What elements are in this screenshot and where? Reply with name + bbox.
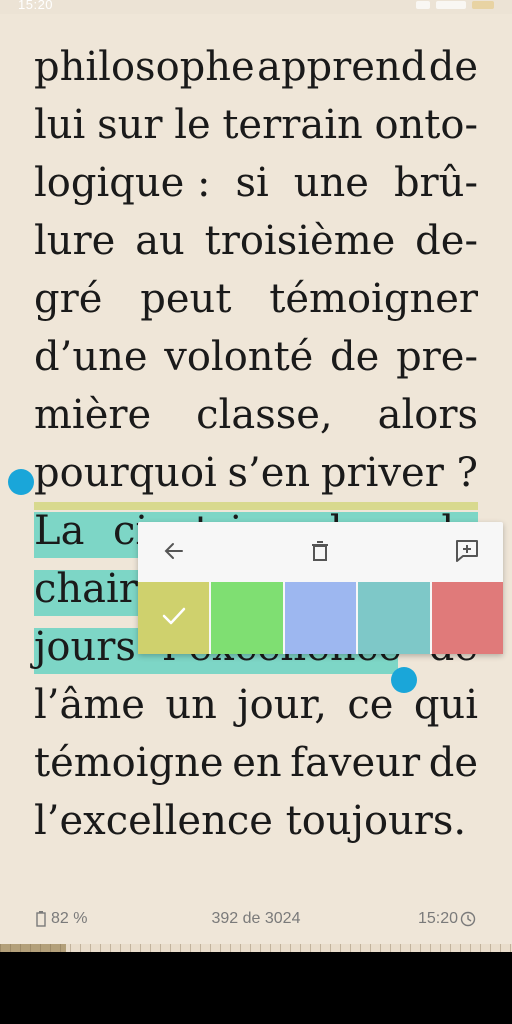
color-swatch[interactable] [138, 582, 210, 654]
word: La [34, 508, 85, 554]
word: apprend [257, 44, 427, 90]
word: s’en [227, 450, 311, 496]
word: onto- [374, 102, 478, 148]
reader-page[interactable]: philosophe apprend de lui sur le terrain onto-l… [34, 38, 502, 850]
word: d’une [34, 334, 148, 380]
word: au [135, 218, 185, 264]
word: témoigner [269, 276, 478, 322]
text-line: témoigne en faveur de [34, 734, 478, 792]
word: sur [97, 102, 163, 148]
footer-time: 15:20 [418, 910, 476, 928]
color-swatch[interactable] [211, 582, 283, 654]
checkmark-icon [161, 606, 187, 630]
word: priver ? [320, 450, 478, 496]
word: ce [347, 682, 394, 728]
alarm-icon [416, 1, 430, 9]
highlight-color-swatches [138, 582, 504, 654]
word: lui [34, 102, 86, 148]
word: gré [34, 276, 103, 322]
progress-ticks [0, 944, 512, 952]
word: l’âme [34, 682, 145, 728]
word: l’excellence toujours. [34, 798, 467, 844]
word: témoigne [34, 740, 224, 786]
system-navigation-area [0, 952, 512, 1024]
word: de [330, 334, 380, 380]
selection-end-handle[interactable] [391, 667, 417, 693]
battery-icon [472, 1, 494, 9]
text-line: l’excellence toujours. [34, 792, 478, 850]
word: brû- [393, 160, 478, 206]
color-swatch[interactable] [431, 582, 504, 654]
word: volonté [164, 334, 314, 380]
text-line: d’une volonté de pre- [34, 328, 478, 386]
word: de- [415, 218, 478, 264]
word: pourquoi [34, 450, 217, 496]
clock-icon [460, 911, 476, 927]
signal-icon [436, 1, 466, 9]
reading-progress-bar[interactable] [0, 944, 512, 952]
status-bar: 15:20 [0, 0, 512, 14]
word: lure [34, 218, 116, 264]
word: peut [140, 276, 232, 322]
word: troisième [204, 218, 396, 264]
footer-time-text: 15:20 [417, 910, 458, 927]
word: une [293, 160, 369, 206]
text-line: gré peut témoigner [34, 270, 478, 328]
status-time: 15:20 [18, 0, 54, 12]
highlight-popup [138, 522, 504, 654]
word: le [174, 102, 211, 148]
status-icons [416, 0, 494, 10]
word: jours [34, 624, 136, 670]
text-line: mière classe, alors [34, 386, 478, 444]
text-line: philosophe apprend de [34, 38, 478, 96]
word: chair [34, 566, 138, 612]
text-line: pourquoi s’en priver ? [34, 444, 478, 502]
word: terrain [222, 102, 363, 148]
word: un [165, 682, 217, 728]
word: de [428, 740, 478, 786]
word: logique : [34, 160, 211, 206]
text-line: lure au troisième de- [34, 212, 478, 270]
word: de [428, 44, 478, 90]
highlight-toolbar [138, 522, 503, 580]
color-swatch[interactable] [284, 582, 357, 654]
word: classe, [196, 392, 333, 438]
reader-footer: 82 % 392 de 3024 15:20 [36, 910, 476, 934]
word: mière [34, 392, 152, 438]
page-position: 392 de 3024 [211, 910, 301, 927]
selection-start-handle[interactable] [8, 469, 34, 495]
text-line: lui sur le terrain onto- [34, 96, 478, 154]
text-line: logique : si une brû- [34, 154, 478, 212]
arrow-left-icon[interactable] [160, 537, 188, 565]
word: si [235, 160, 269, 206]
word: pre- [396, 334, 478, 380]
word: philosophe [34, 44, 255, 90]
color-swatch[interactable] [358, 582, 430, 654]
word: en [232, 740, 282, 786]
trash-icon[interactable] [306, 537, 334, 565]
add-note-icon[interactable] [453, 537, 481, 565]
word: jour, [237, 682, 327, 728]
word: faveur [290, 740, 421, 786]
word: alors [377, 392, 478, 438]
word: qui [413, 682, 478, 728]
